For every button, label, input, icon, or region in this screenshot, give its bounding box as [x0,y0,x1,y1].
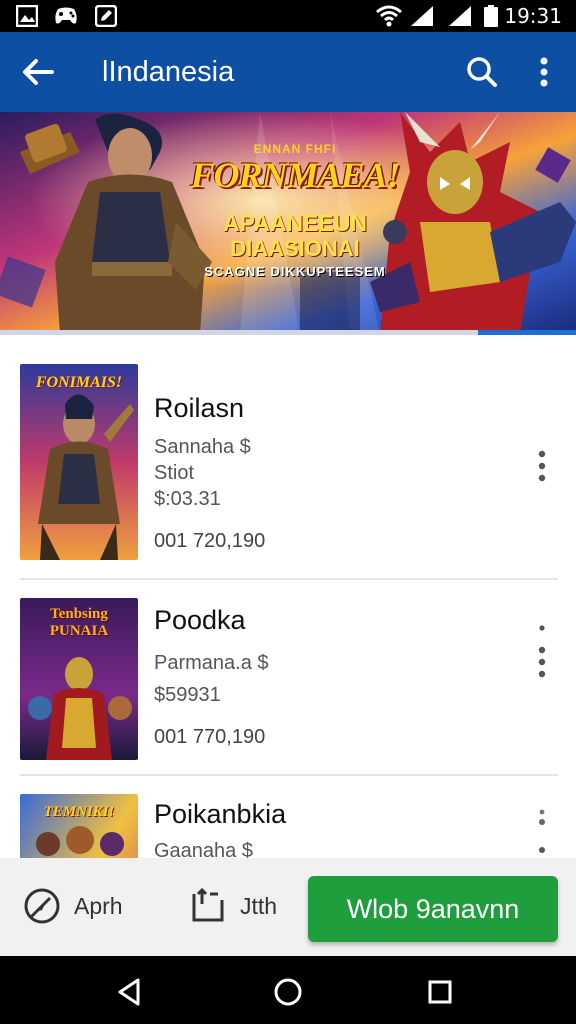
item-subtitle: Gaanaha $ [154,840,253,858]
system-nav-bar [0,956,576,1024]
game-controller-icon [52,4,80,28]
home-circle-icon[interactable] [270,974,306,1010]
list-item[interactable]: Tenbsing PUNAIA Poodka Parmana.a $ $5993… [0,580,576,776]
primary-action-button[interactable]: Wlob 9anavnn [308,876,558,942]
item-subtitle: Sannaha $ [154,436,251,458]
more-vert-icon[interactable] [528,620,556,680]
aprh-button[interactable]: Aprh [22,884,123,928]
item-subtitle: Parmana.a $ [154,652,269,674]
bottom-action-bar: Aprh Jtth Wlob 9anavnn [0,858,576,956]
item-meta: 001 770,190 [154,726,266,748]
banner-page-indicator [0,330,576,335]
list-item[interactable]: TEMNIKI! Poikanbkia Gaanaha $ [0,776,576,858]
edit-icon [94,4,118,28]
thumbnail-caption: Tenbsing PUNAIA [49,606,109,639]
page-title: lIndanesia [102,56,235,88]
back-arrow-icon[interactable] [18,52,58,92]
compass-icon [24,888,60,924]
list-item[interactable]: FONIMAIS! Roilasn Sannaha $ Stiot $:03.3… [0,336,576,580]
banner-line-1: APAANEEUN [223,210,367,236]
recents-square-icon[interactable] [422,974,458,1010]
signal-icon [446,4,474,28]
banner-line-3: SCAGNE DIKKUPTEESEM [204,264,386,279]
battery-icon [482,4,500,28]
item-title: Poikanbkia [154,799,287,829]
signal-icon [408,4,436,28]
app-bar: lIndanesia [0,32,576,112]
wifi-icon [374,4,404,28]
share-box-icon [192,887,224,922]
item-price: $59931 [154,684,221,706]
jtth-label: Jtth [240,892,278,919]
banner-line-2: DIAASIONAI [230,236,360,261]
game-thumbnail: FONIMAIS! [20,364,138,560]
item-subtitle: Stiot [154,462,195,484]
back-triangle-icon[interactable] [112,974,148,1010]
app-root: 19:31 lIndanesia ENNAN FHFI FORNMAEA! AP… [0,0,576,1024]
gallery-icon [14,4,40,28]
status-bar: 19:31 [0,0,576,32]
banner-active-indicator [478,330,576,335]
aprh-label: Aprh [74,892,123,919]
banner-title: FORNMAEA! [190,155,400,195]
more-vert-icon[interactable] [526,52,562,92]
item-title: Roilasn [154,393,245,423]
game-thumbnail: Tenbsing PUNAIA [20,598,138,760]
item-price: $:03.31 [154,488,221,510]
search-icon[interactable] [462,52,502,92]
jtth-button[interactable]: Jtth [188,884,277,928]
item-title: Poodka [154,605,246,635]
more-vert-icon[interactable] [528,446,556,486]
more-vert-icon[interactable] [528,806,556,856]
item-meta: 001 720,190 [154,530,266,552]
thumbnail-caption: TEMNIKI! [43,804,115,820]
game-thumbnail: TEMNIKI! [20,794,138,858]
promo-banner[interactable]: ENNAN FHFI FORNMAEA! APAANEEUN DIAASIONA… [0,112,576,334]
thumbnail-caption: FONIMAIS! [35,374,123,391]
status-time: 19:31 [504,4,562,28]
